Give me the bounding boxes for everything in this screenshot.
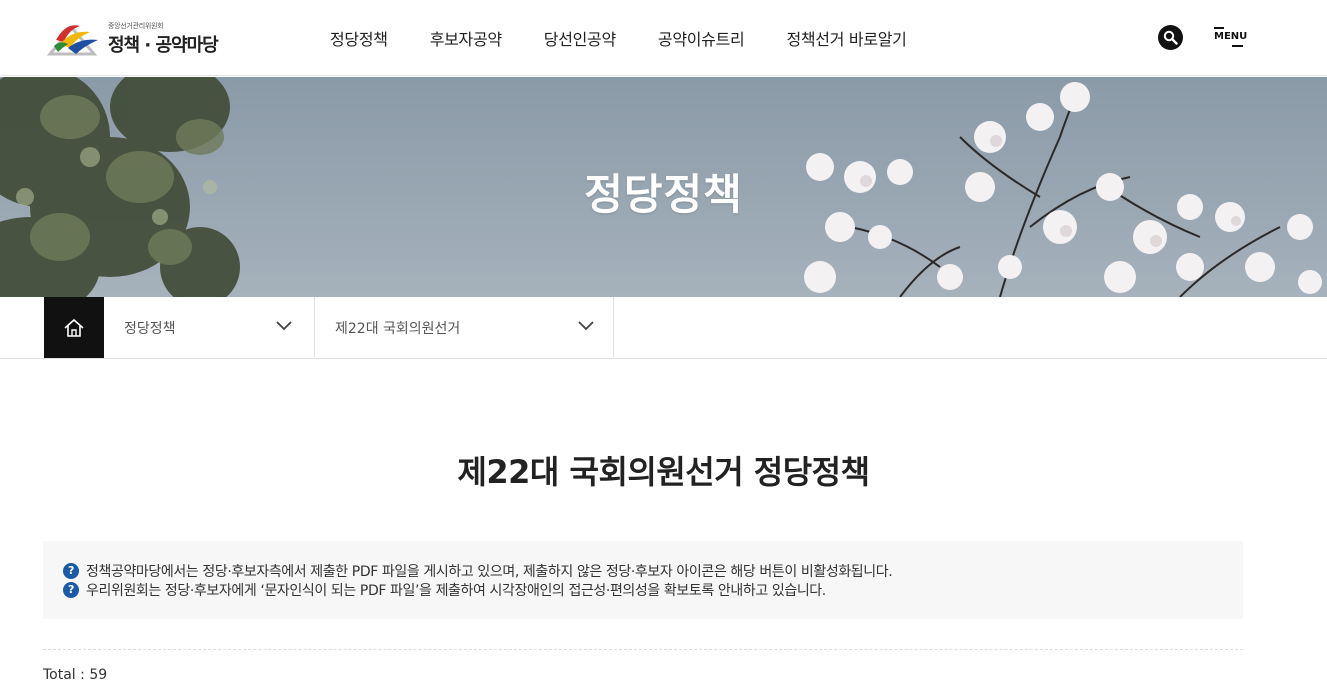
menu-bar-top xyxy=(1214,27,1224,29)
site-header: 중앙선거관리위원회 정책 · 공약마당 정당정책 후보자공약 당선인공약 공약이… xyxy=(0,0,1327,76)
election-select-value: 제22대 국회의원선거 xyxy=(335,321,461,337)
menu-label: MENU xyxy=(1214,31,1248,42)
logo-title: 정책 · 공약마당 xyxy=(108,35,219,56)
menu-button[interactable]: MENU xyxy=(1212,27,1248,49)
site-logo[interactable]: 중앙선거관리위원회 정책 · 공약마당 xyxy=(46,18,236,60)
hero-title: 정당정책 xyxy=(584,170,743,219)
chevron-down-icon xyxy=(578,321,594,331)
category-select[interactable]: 정당정책 xyxy=(104,297,315,358)
home-icon xyxy=(64,318,84,337)
notice-item: ? 우리위원회는 정당·후보자에게 ‘문자인식이 되는 PDF 파일’을 제출하… xyxy=(63,580,1243,599)
divider xyxy=(43,649,1243,650)
notice-text: 정책공약마당에서는 정당·후보자측에서 제출한 PDF 파일을 게시하고 있으며… xyxy=(86,563,893,580)
nav-policy-election-guide[interactable]: 정책선거 바로알기 xyxy=(786,26,906,50)
category-select-value: 정당정책 xyxy=(124,321,176,337)
menu-bar-bottom xyxy=(1232,45,1243,47)
notice-box: ? 정책공약마당에서는 정당·후보자측에서 제출한 PDF 파일을 게시하고 있… xyxy=(43,541,1243,619)
page-title: 제22대 국회의원선거 정당정책 xyxy=(457,453,870,491)
notice-text: 우리위원회는 정당·후보자에게 ‘문자인식이 되는 PDF 파일’을 제출하여 … xyxy=(86,582,826,599)
nav-candidate-pledge[interactable]: 후보자공약 xyxy=(430,26,502,50)
chevron-down-icon xyxy=(276,321,292,331)
home-button[interactable] xyxy=(44,297,104,358)
location-bar: 정당정책 제22대 국회의원선거 xyxy=(0,297,1327,359)
nav-party-policy[interactable]: 정당정책 xyxy=(330,26,388,50)
logo-org-name: 중앙선거관리위원회 xyxy=(108,22,164,30)
question-icon: ? xyxy=(63,581,79,598)
main-nav: 정당정책 후보자공약 당선인공약 공약이슈트리 정책선거 바로알기 xyxy=(330,26,949,50)
election-select[interactable]: 제22대 국회의원선거 xyxy=(315,297,614,358)
question-icon: ? xyxy=(63,562,79,579)
hero-banner: 정당정책 xyxy=(0,77,1327,297)
total-count: Total : 59 xyxy=(43,667,108,683)
notice-item: ? 정책공약마당에서는 정당·후보자측에서 제출한 PDF 파일을 게시하고 있… xyxy=(63,561,1243,580)
nav-elected-pledge[interactable]: 당선인공약 xyxy=(544,26,616,50)
nav-pledge-issue-tree[interactable]: 공약이슈트리 xyxy=(658,26,745,50)
search-button[interactable] xyxy=(1158,25,1183,50)
logo-emblem-icon xyxy=(46,25,98,56)
search-icon xyxy=(1163,30,1178,45)
